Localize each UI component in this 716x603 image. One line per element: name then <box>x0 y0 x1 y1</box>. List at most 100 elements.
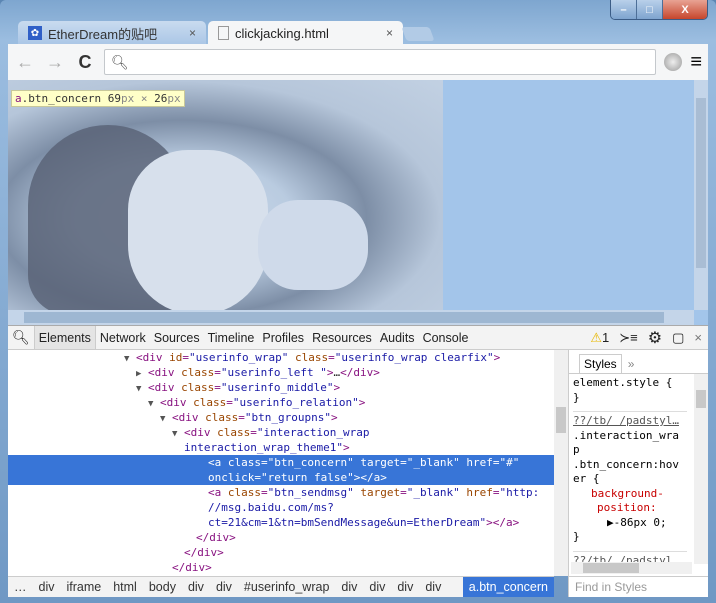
element-style-rule[interactable]: element.style { <box>573 376 687 391</box>
dom-token: target <box>360 486 401 499</box>
breadcrumb-item[interactable]: body <box>143 577 182 597</box>
warning-badge[interactable]: ⚠1 <box>590 330 609 346</box>
dom-token: </div> <box>340 366 380 379</box>
elements-tree[interactable]: ▼ <div id="userinfo_wrap" class="userinfo… <box>8 350 554 576</box>
find-in-styles-input[interactable]: Find in Styles <box>568 576 708 597</box>
dom-token: <a <box>208 486 228 499</box>
dom-token: "_blank" <box>406 456 460 469</box>
new-tab-button[interactable] <box>401 27 435 41</box>
document-icon <box>218 26 229 40</box>
tab-network[interactable]: Network <box>96 331 150 345</box>
expanded-triangle-icon[interactable]: ▼ <box>136 382 148 397</box>
breadcrumb-item[interactable]: div <box>335 577 363 597</box>
dom-token: //msg.baidu.com/ms? <box>208 501 334 514</box>
tab-elements[interactable]: Elements <box>33 326 96 349</box>
tab-resources[interactable]: Resources <box>308 331 376 345</box>
dom-node-line[interactable]: ▶ <div class="userinfo_left ">…</div> <box>8 365 554 380</box>
dom-token: <div <box>148 381 182 394</box>
dom-token <box>288 351 295 364</box>
dom-token: class <box>227 456 261 469</box>
address-bar[interactable]: 🔍︎ <box>104 49 657 75</box>
breadcrumb-item[interactable]: div <box>419 577 447 597</box>
dom-token: target <box>360 456 401 469</box>
tab-profiles[interactable]: Profiles <box>258 331 308 345</box>
css-property[interactable]: background- <box>573 487 687 502</box>
tab-audits[interactable]: Audits <box>376 331 419 345</box>
dom-node-line[interactable]: </div> <box>8 545 554 560</box>
reload-button[interactable]: C <box>74 52 96 73</box>
minimize-button[interactable]: – <box>611 0 637 19</box>
dom-token: "userinfo_wrap" <box>189 351 289 364</box>
dom-token: = <box>250 426 257 439</box>
maximize-button[interactable]: □ <box>637 0 663 19</box>
breadcrumb-item[interactable]: div <box>33 577 61 597</box>
dom-node-line[interactable]: ▼ <div class="userinfo_middle"> <box>8 380 554 395</box>
dom-node-line[interactable]: //msg.baidu.com/ms? <box>8 500 554 515</box>
stylesheet-link[interactable]: ??/tb/ /padstyl… <box>573 411 687 429</box>
styles-horizontal-scrollbar[interactable] <box>571 562 692 574</box>
brace: } <box>573 530 580 543</box>
dom-node-line[interactable]: ▼ <div class="interaction_wrap <box>8 425 554 440</box>
tab-sources[interactable]: Sources <box>150 331 204 345</box>
breadcrumb-item[interactable]: a.btn_concern <box>462 577 554 597</box>
elements-scrollbar[interactable] <box>554 350 568 576</box>
dom-node-line[interactable]: </div> <box>8 560 554 575</box>
more-tabs-button[interactable]: » <box>622 355 641 373</box>
dom-node-line[interactable]: <a class="btn_sendmsg" target="_blank" h… <box>8 485 554 500</box>
dom-token: <div <box>148 366 182 379</box>
tab-timeline[interactable]: Timeline <box>204 331 259 345</box>
tab-title: EtherDream的贴吧 <box>48 26 158 42</box>
close-tab-icon[interactable]: × <box>386 26 393 40</box>
dock-icon[interactable]: ▢ <box>672 330 684 346</box>
dom-node-line[interactable]: </div> <box>8 530 554 545</box>
breadcrumb-item[interactable]: div <box>391 577 419 597</box>
menu-button[interactable]: ≡ <box>690 51 702 74</box>
breadcrumb-item[interactable]: div <box>363 577 391 597</box>
styles-scrollbar[interactable] <box>694 374 708 564</box>
expanded-triangle-icon[interactable]: ▼ <box>148 397 160 412</box>
dom-node-line[interactable]: interaction_wrap_theme1"> <box>8 440 554 455</box>
dom-node-line[interactable]: ▼ <div class="userinfo_relation"> <box>8 395 554 410</box>
close-window-button[interactable]: X <box>663 0 707 19</box>
css-value[interactable]: ▶-86px 0; <box>573 516 687 531</box>
breadcrumb-item[interactable]: #userinfo_wrap <box>238 577 335 597</box>
breadcrumb-item[interactable]: div <box>210 577 238 597</box>
browser-toolbar: ← → C 🔍︎ ≡ <box>8 44 708 80</box>
tab-console[interactable]: Console <box>419 331 473 345</box>
close-tab-icon[interactable]: × <box>189 26 196 40</box>
breadcrumb-item[interactable]: … <box>8 577 33 597</box>
expanded-triangle-icon[interactable]: ▼ <box>172 427 184 442</box>
expanded-triangle-icon[interactable]: ▼ <box>160 412 172 427</box>
dom-node-line[interactable]: ct=21&cm=1&tn=bmSendMessage&un=EtherDrea… <box>8 515 554 530</box>
console-drawer-icon[interactable]: ≻≡ <box>619 330 637 346</box>
gear-icon[interactable]: ⚙ <box>648 328 662 348</box>
tab-clickjacking[interactable]: clickjacking.html × <box>208 21 403 45</box>
page-vertical-scrollbar[interactable] <box>694 80 708 310</box>
expanded-triangle-icon[interactable]: ▼ <box>124 352 136 367</box>
forward-button[interactable]: → <box>44 52 66 73</box>
selector: er { <box>573 472 600 485</box>
tab-etherdream-tieba[interactable]: ✿ EtherDream的贴吧 × <box>18 21 206 45</box>
devtools-search-icon[interactable]: 🔍︎ <box>8 329 34 346</box>
dom-node-line[interactable]: ▼ <div id="userinfo_wrap" class="userinfo… <box>8 350 554 365</box>
globe-icon[interactable] <box>664 53 683 71</box>
dom-token: "btn_concern" <box>267 456 354 469</box>
dom-node-line[interactable]: <a class="btn_concern" target="_blank" h… <box>8 455 554 470</box>
dom-token: "btn_groupns" <box>244 411 331 424</box>
dom-token: </div> <box>196 531 236 544</box>
page-horizontal-scrollbar[interactable] <box>8 310 694 325</box>
dom-node-line[interactable]: ▼ <div class="btn_groupns"> <box>8 410 554 425</box>
breadcrumb-item[interactable]: div <box>182 577 210 597</box>
dom-token: = <box>226 396 233 409</box>
breadcrumb-item[interactable]: html <box>107 577 143 597</box>
dom-token: id <box>169 351 183 364</box>
tab-styles[interactable]: Styles <box>579 354 622 373</box>
dom-node-line[interactable]: onclick="return false"></a> <box>8 470 554 485</box>
warning-icon: ⚠ <box>590 329 603 345</box>
back-button[interactable]: ← <box>14 52 36 73</box>
css-property[interactable]: position: <box>573 501 687 516</box>
close-devtools-icon[interactable]: × <box>694 330 702 345</box>
baidu-paw-icon: ✿ <box>28 26 42 40</box>
dom-token: > <box>333 381 341 394</box>
breadcrumb-item[interactable]: iframe <box>60 577 107 597</box>
